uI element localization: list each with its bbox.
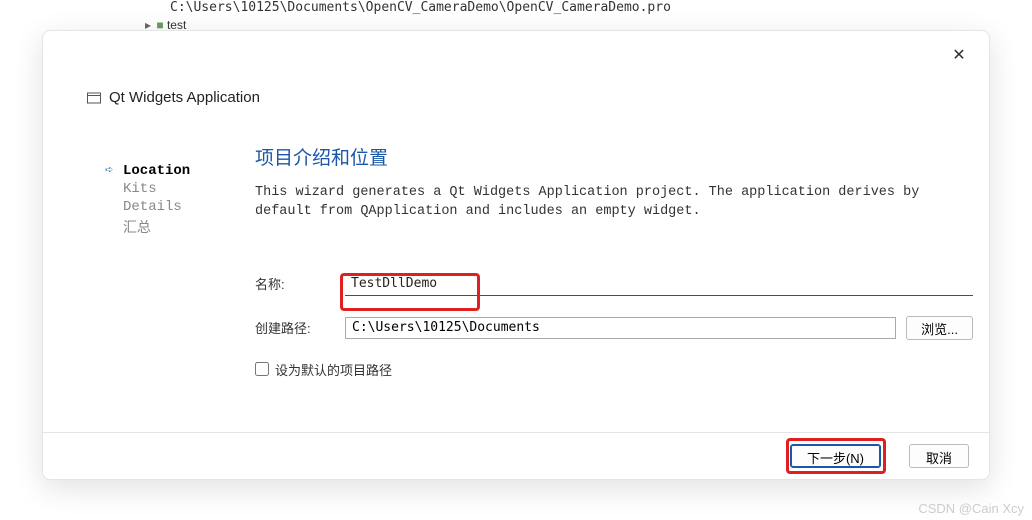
name-label: 名称: bbox=[255, 274, 345, 293]
wizard-dialog: ✕ Qt Widgets Application ➪ Location Kits… bbox=[42, 30, 990, 480]
default-path-label: 设为默认的项目路径 bbox=[275, 360, 392, 379]
watermark-text: CSDN @Cain Xcy bbox=[918, 501, 1024, 516]
button-bar: 下一步(N) 取消 bbox=[43, 432, 989, 479]
sidebar-item-label: Kits bbox=[123, 181, 157, 197]
sidebar-item-label: Details bbox=[123, 199, 182, 215]
dialog-title-text: Qt Widgets Application bbox=[109, 89, 260, 106]
browse-button[interactable]: 浏览... bbox=[906, 316, 973, 340]
wizard-main-content: 项目介绍和位置 This wizard generates a Qt Widge… bbox=[255, 143, 973, 379]
default-path-checkbox[interactable] bbox=[255, 362, 269, 376]
arrow-right-icon: ➪ bbox=[105, 162, 119, 179]
page-description: This wizard generates a Qt Widgets Appli… bbox=[255, 184, 973, 222]
page-heading: 项目介绍和位置 bbox=[255, 143, 973, 170]
application-icon bbox=[87, 91, 101, 105]
wizard-steps-sidebar: ➪ Location Kits Details 汇总 bbox=[105, 161, 225, 238]
dialog-title: Qt Widgets Application bbox=[87, 89, 260, 106]
name-row: 名称: bbox=[255, 272, 973, 296]
sidebar-item-kits[interactable]: Kits bbox=[105, 180, 225, 198]
sidebar-item-summary[interactable]: 汇总 bbox=[105, 216, 225, 238]
path-input[interactable] bbox=[345, 317, 896, 339]
close-icon: ✕ bbox=[952, 47, 965, 64]
next-button[interactable]: 下一步(N) bbox=[790, 444, 881, 468]
sidebar-item-label: Location bbox=[123, 163, 190, 179]
cancel-button[interactable]: 取消 bbox=[909, 444, 969, 468]
sidebar-item-location[interactable]: ➪ Location bbox=[105, 161, 225, 180]
default-path-row: 设为默认的项目路径 bbox=[255, 360, 973, 379]
close-button[interactable]: ✕ bbox=[947, 43, 971, 67]
name-input[interactable] bbox=[345, 272, 973, 296]
path-label: 创建路径: bbox=[255, 318, 345, 337]
sidebar-item-label: 汇总 bbox=[123, 217, 151, 237]
sidebar-item-details[interactable]: Details bbox=[105, 198, 225, 216]
path-row: 创建路径: 浏览... bbox=[255, 316, 973, 340]
background-path-text: C:\Users\10125\Documents\OpenCV_CameraDe… bbox=[170, 0, 671, 15]
